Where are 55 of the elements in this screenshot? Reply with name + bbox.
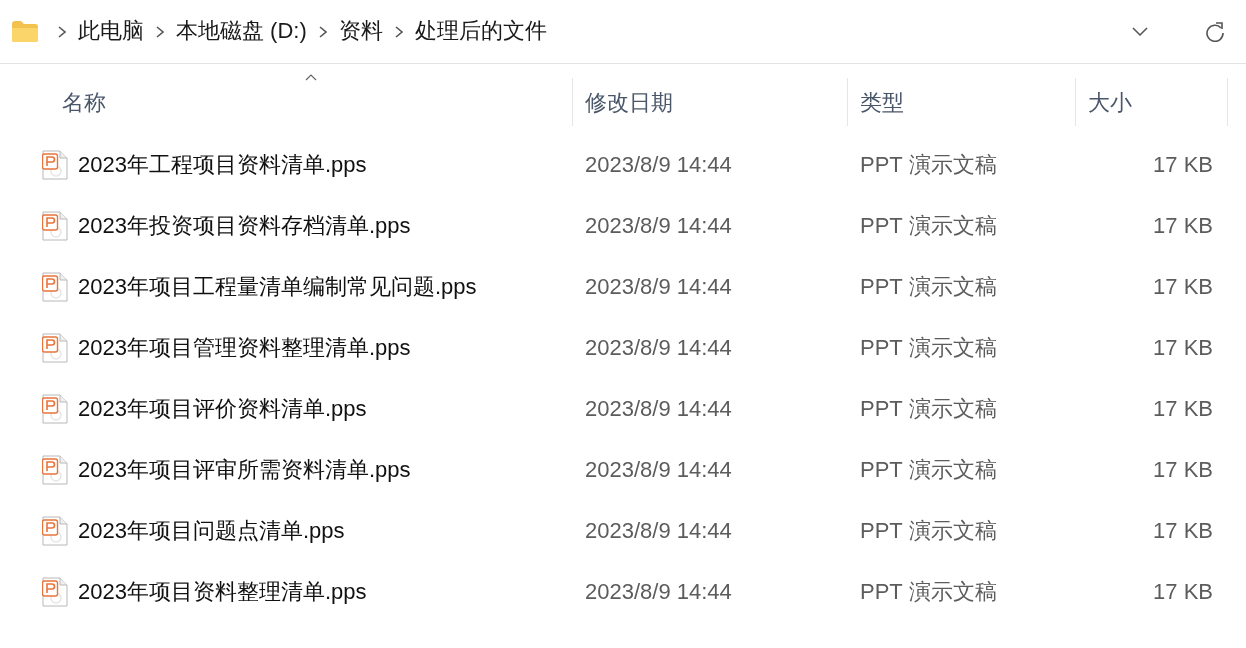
presentation-file-icon [42, 332, 68, 363]
chevron-right-icon [156, 25, 164, 38]
file-size: 17 KB [1152, 517, 1214, 545]
column-header[interactable]: 修改日期 [573, 78, 848, 126]
file-type: PPT 演示文稿 [859, 517, 998, 545]
file-name[interactable]: 2023年投资项目资料存档清单.pps [78, 209, 411, 242]
file-size: 17 KB [1152, 395, 1214, 423]
file-name[interactable]: 2023年项目评审所需资料清单.pps [78, 453, 411, 486]
modified-date: 2023/8/9 14:44 [584, 395, 733, 423]
folder-icon [12, 21, 38, 42]
breadcrumb-item[interactable]: 资料 [330, 18, 391, 45]
file-size: 17 KB [1152, 151, 1214, 179]
file-size: 17 KB [1152, 578, 1214, 606]
file-size: 17 KB [1152, 212, 1214, 240]
presentation-file-icon [42, 454, 68, 485]
file-type: PPT 演示文稿 [859, 578, 998, 606]
presentation-file-icon [42, 149, 68, 180]
file-type: PPT 演示文稿 [859, 456, 998, 484]
chevron-right-icon [394, 25, 403, 38]
modified-date: 2023/8/9 14:44 [584, 334, 733, 362]
file-name[interactable]: 2023年项目工程量清单编制常见问题.pps [78, 270, 477, 303]
modified-date: 2023/8/9 14:44 [584, 151, 733, 179]
presentation-file-icon [42, 515, 68, 546]
breadcrumb-item[interactable]: 此电脑 [70, 18, 152, 45]
file-size: 17 KB [1152, 456, 1214, 484]
file-type: PPT 演示文稿 [859, 273, 998, 301]
column-header[interactable]: 类型 [848, 78, 1076, 126]
file-type: PPT 演示文稿 [859, 151, 998, 179]
refresh-icon [1204, 21, 1224, 42]
file-type: PPT 演示文稿 [859, 395, 998, 423]
column-header[interactable]: 大小 [1076, 78, 1228, 126]
column-header[interactable]: 名称 [30, 78, 573, 126]
chevron-right-icon [318, 25, 327, 38]
file-type: PPT 演示文稿 [859, 334, 998, 362]
breadcrumb-item[interactable]: 处理后的文件 [406, 18, 555, 45]
presentation-file-icon [42, 576, 68, 607]
breadcrumb-item[interactable]: 本地磁盘 (D:) [168, 18, 315, 45]
presentation-file-icon [42, 210, 68, 241]
modified-date: 2023/8/9 14:44 [584, 456, 733, 484]
file-size: 17 KB [1152, 273, 1214, 301]
presentation-file-icon [42, 271, 68, 302]
modified-date: 2023/8/9 14:44 [584, 517, 733, 545]
file-name[interactable]: 2023年项目问题点清单.pps [78, 514, 345, 547]
file-name[interactable]: 2023年工程项目资料清单.pps [78, 148, 367, 181]
file-name[interactable]: 2023年项目管理资料整理清单.pps [78, 331, 411, 364]
chevron-down-icon [1132, 27, 1148, 36]
modified-date: 2023/8/9 14:44 [584, 578, 733, 606]
file-size: 17 KB [1152, 334, 1214, 362]
file-type: PPT 演示文稿 [859, 212, 998, 240]
presentation-file-icon [42, 393, 68, 424]
file-name[interactable]: 2023年项目评价资料清单.pps [78, 392, 367, 425]
file-name[interactable]: 2023年项目资料整理清单.pps [78, 575, 367, 608]
modified-date: 2023/8/9 14:44 [584, 273, 733, 301]
modified-date: 2023/8/9 14:44 [584, 212, 733, 240]
chevron-right-icon [58, 25, 66, 38]
